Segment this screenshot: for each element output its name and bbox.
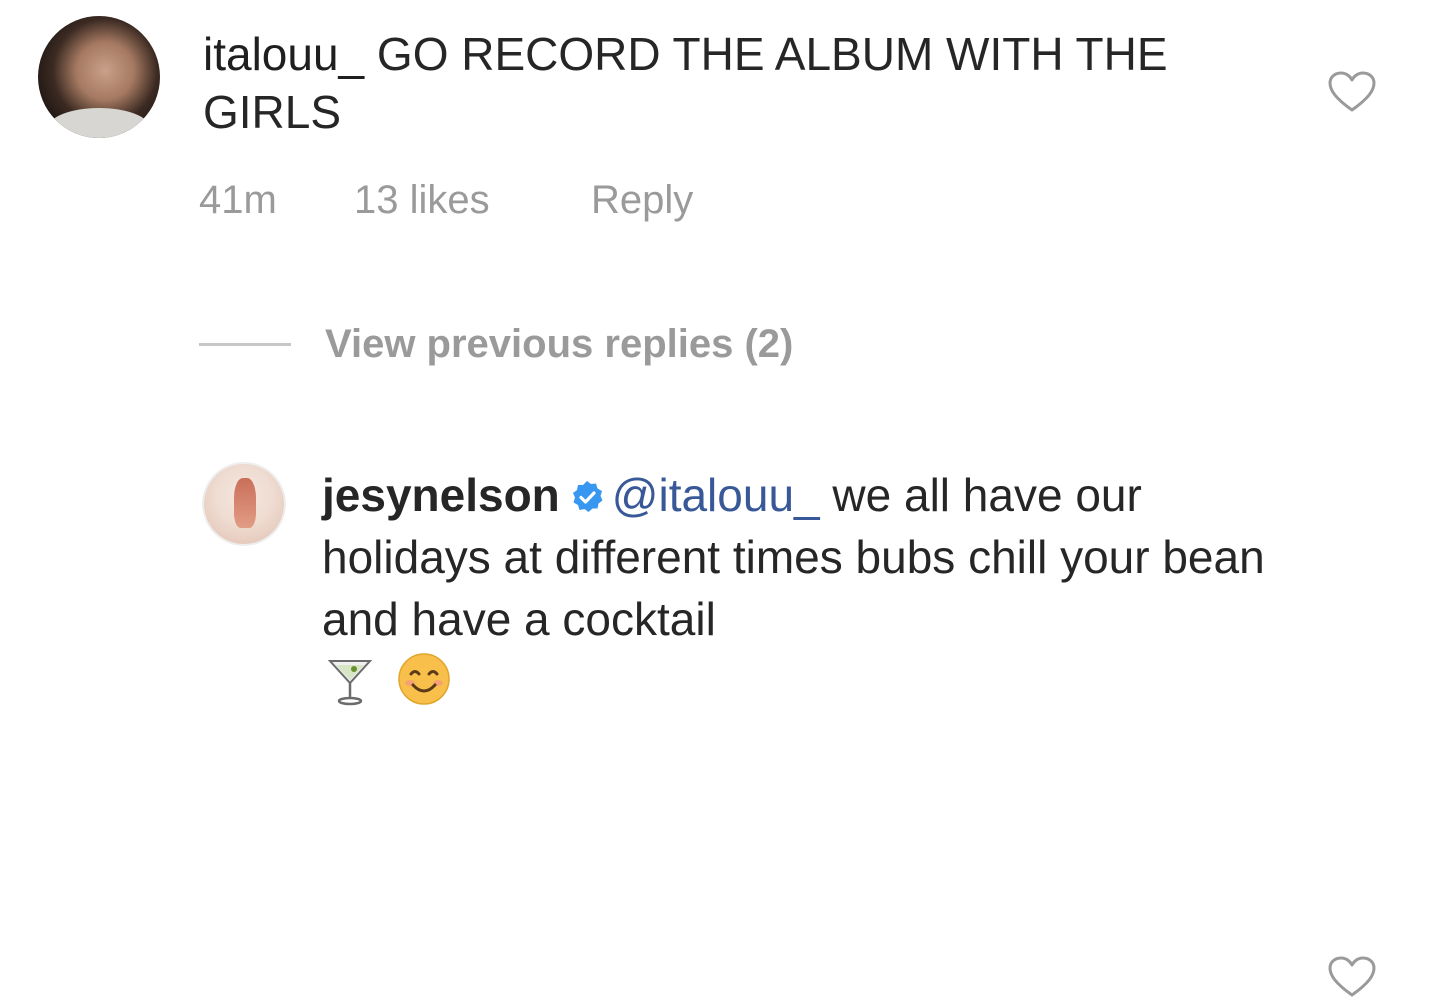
like-heart-icon[interactable] [1327, 955, 1377, 999]
comment-likes[interactable]: 13 likes [354, 178, 591, 223]
comment-time: 41m [199, 178, 277, 222]
avatar-shirt [48, 108, 150, 138]
avatar-jesynelson[interactable] [202, 462, 286, 546]
comment-text: italouu_ GO RECORD THE ALBUM WITH THE GI… [203, 25, 1303, 141]
reply-jesynelson: jesynelson @italouu_ we all have our hol… [0, 440, 1440, 997]
replies-divider-line [199, 343, 291, 346]
verified-badge-icon [572, 481, 603, 512]
view-previous-replies-label[interactable]: View previous replies (2) [325, 322, 793, 367]
reply-username[interactable]: jesynelson [322, 469, 560, 521]
reply-mention[interactable]: @italouu_ [612, 469, 820, 521]
comment-meta: 41m 13 likes Reply [199, 178, 693, 223]
like-heart-icon[interactable] [1327, 70, 1377, 114]
comment-italouu: italouu_ GO RECORD THE ALBUM WITH THE GI… [0, 0, 1440, 260]
reply-button[interactable]: Reply [591, 178, 693, 223]
reply-text: jesynelson @italouu_ we all have our hol… [322, 464, 1282, 712]
comment-username[interactable]: italouu_ [203, 28, 364, 80]
avatar-italouu[interactable] [38, 16, 160, 138]
view-previous-replies[interactable]: View previous replies (2) [199, 322, 793, 367]
smiling-face-icon [398, 653, 450, 705]
cocktail-glass-icon [327, 660, 373, 706]
avatar-figure [234, 478, 256, 528]
